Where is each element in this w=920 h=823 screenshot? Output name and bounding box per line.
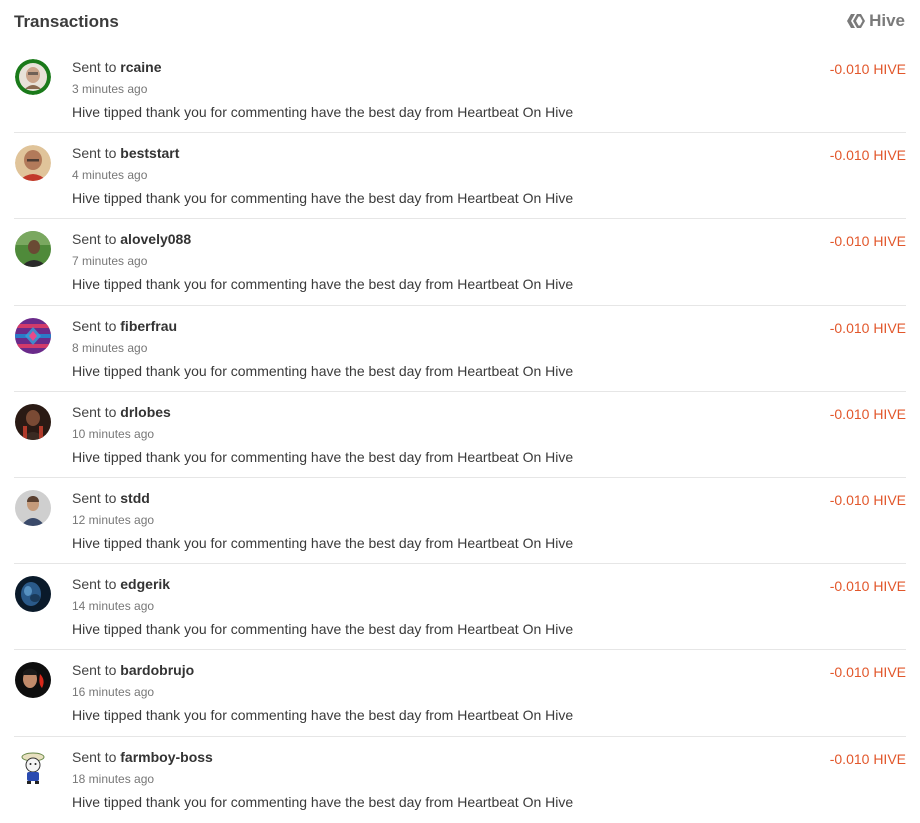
- transaction-memo: Hive tipped thank you for commenting hav…: [72, 276, 574, 293]
- recipient-username[interactable]: drlobes: [120, 404, 171, 420]
- transaction-memo: Hive tipped thank you for commenting hav…: [72, 104, 574, 120]
- hive-logo-icon: [847, 14, 866, 28]
- transaction-row[interactable]: Sent to edgerik 14 minutes ago Hive tipp…: [14, 564, 906, 651]
- transaction-time: 16 minutes ago: [72, 685, 155, 700]
- transaction-row[interactable]: Sent to farmboy-boss 18 minutes ago Hive…: [14, 737, 906, 823]
- avatar-green-portrait-icon: [15, 59, 51, 95]
- user-avatar[interactable]: [15, 231, 51, 268]
- sent-to-label: Sent to: [72, 748, 117, 765]
- user-avatar[interactable]: [15, 403, 51, 440]
- transaction-time: 12 minutes ago: [72, 512, 155, 527]
- transaction-memo: Hive tipped thank you for commenting hav…: [72, 190, 574, 207]
- sent-to-label: Sent to: [72, 317, 117, 334]
- recipient-username[interactable]: farmboy-boss: [120, 749, 213, 765]
- recipient-username[interactable]: rcaine: [120, 59, 161, 75]
- avatar-bald-man-icon: [15, 145, 51, 182]
- transaction-row[interactable]: Sent to bardobrujo 16 minutes ago Hive t…: [14, 650, 906, 737]
- transaction-row[interactable]: Sent to beststart 4 minutes ago Hive tip…: [14, 133, 906, 220]
- transaction-title: Sent to stdd: [72, 490, 150, 506]
- transaction-amount: -0.010 HIVE: [829, 61, 906, 77]
- transaction-memo: Hive tipped thank you for commenting hav…: [72, 707, 574, 724]
- sent-to-label: Sent to: [72, 145, 117, 162]
- recipient-username[interactable]: edgerik: [120, 576, 170, 592]
- transaction-time: 7 minutes ago: [72, 254, 148, 269]
- avatar-red-flame-icon: [15, 662, 51, 699]
- transaction-title: Sent to edgerik: [72, 576, 170, 592]
- panel-title: Transactions: [14, 12, 119, 31]
- transaction-row[interactable]: Sent to alovely088 7 minutes ago Hive ti…: [14, 219, 906, 306]
- avatar-dark-portrait-icon: [15, 403, 51, 440]
- avatar-pattern-icon: [15, 317, 51, 354]
- transaction-title: Sent to beststart: [72, 145, 179, 161]
- transaction-title: Sent to drlobes: [72, 404, 171, 420]
- transaction-time: 4 minutes ago: [72, 168, 148, 183]
- transaction-amount: -0.010 HIVE: [829, 578, 906, 595]
- sent-to-label: Sent to: [72, 662, 117, 679]
- transaction-title: Sent to bardobrujo: [72, 662, 194, 678]
- transaction-amount: -0.010 HIVE: [829, 750, 906, 767]
- user-avatar[interactable]: [15, 748, 51, 785]
- transaction-title: Sent to fiberfrau: [72, 318, 177, 334]
- avatar-grey-man-icon: [15, 489, 51, 526]
- user-avatar[interactable]: [15, 662, 51, 699]
- transaction-memo: Hive tipped thank you for commenting hav…: [72, 362, 574, 379]
- transaction-title: Sent to farmboy-boss: [72, 749, 213, 765]
- transaction-amount: -0.010 HIVE: [829, 491, 906, 508]
- transaction-row[interactable]: Sent to stdd 12 minutes ago Hive tipped …: [14, 478, 906, 565]
- panel-header: Transactions Hive: [0, 0, 920, 46]
- sent-to-label: Sent to: [72, 231, 117, 248]
- transaction-memo: Hive tipped thank you for commenting hav…: [72, 621, 574, 638]
- avatar-blue-face-icon: [15, 576, 51, 613]
- sent-to-label: Sent to: [72, 489, 117, 506]
- recipient-username[interactable]: stdd: [120, 490, 150, 506]
- transaction-time: 14 minutes ago: [72, 599, 155, 614]
- transaction-amount: -0.010 HIVE: [829, 233, 906, 250]
- recipient-username[interactable]: alovely088: [120, 231, 191, 247]
- sent-to-label: Sent to: [72, 576, 117, 593]
- recipient-username[interactable]: beststart: [120, 145, 179, 161]
- transaction-row[interactable]: Sent to drlobes 10 minutes ago Hive tipp…: [14, 392, 906, 478]
- transaction-amount: -0.010 HIVE: [829, 147, 906, 164]
- transaction-time: 8 minutes ago: [72, 340, 148, 355]
- transactions-panel: Transactions Hive Sent to rcaine 3 minut…: [0, 0, 920, 820]
- avatar-outdoor-man-icon: [15, 231, 51, 268]
- hive-brand-label: Hive: [869, 11, 905, 30]
- transaction-amount: -0.010 HIVE: [829, 664, 906, 681]
- recipient-username[interactable]: fiberfrau: [120, 318, 177, 334]
- transaction-list: Sent to rcaine 3 minutes ago Hive tipped…: [14, 47, 906, 823]
- user-avatar[interactable]: [15, 59, 51, 95]
- avatar-cartoon-icon: [15, 748, 51, 785]
- transaction-memo: Hive tipped thank you for commenting hav…: [72, 448, 574, 465]
- transaction-memo: Hive tipped thank you for commenting hav…: [72, 534, 574, 551]
- transaction-time: 10 minutes ago: [72, 426, 155, 441]
- transaction-memo: Hive tipped thank you for commenting hav…: [72, 793, 574, 810]
- recipient-username[interactable]: bardobrujo: [120, 662, 194, 678]
- user-avatar[interactable]: [15, 489, 51, 526]
- sent-to-label: Sent to: [72, 59, 117, 75]
- transaction-row[interactable]: Sent to rcaine 3 minutes ago Hive tipped…: [14, 47, 906, 134]
- transaction-amount: -0.010 HIVE: [829, 405, 906, 422]
- sent-to-label: Sent to: [72, 403, 117, 420]
- transaction-title: Sent to alovely088: [72, 231, 191, 247]
- transaction-time: 3 minutes ago: [72, 82, 148, 96]
- transaction-time: 18 minutes ago: [72, 771, 155, 786]
- user-avatar[interactable]: [15, 317, 51, 354]
- transaction-amount: -0.010 HIVE: [829, 319, 906, 336]
- user-avatar[interactable]: [15, 576, 51, 613]
- hive-brand-link[interactable]: Hive: [847, 11, 905, 31]
- transaction-title: Sent to rcaine: [72, 59, 162, 75]
- transaction-row[interactable]: Sent to fiberfrau 8 minutes ago Hive tip…: [14, 306, 906, 392]
- user-avatar[interactable]: [15, 145, 51, 182]
